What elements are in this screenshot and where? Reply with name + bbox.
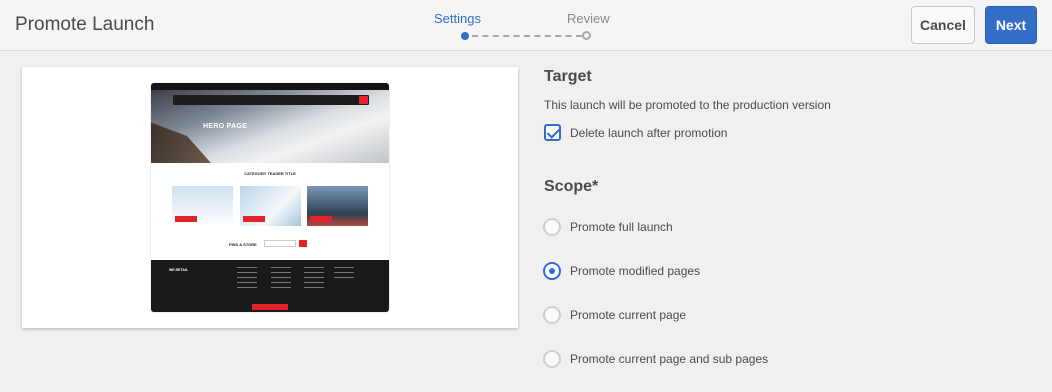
wizard-header: Promote Launch Settings Review Cancel Ne…	[0, 0, 1052, 51]
thumbnail-menu-bar	[173, 95, 369, 105]
thumbnail-nav	[151, 83, 389, 90]
radio-label: Promote current page and sub pages	[570, 352, 769, 366]
thumbnail-hero-image: HERO PAGE	[151, 90, 389, 163]
radio-label: Promote modified pages	[570, 264, 701, 278]
radio-unchecked-icon[interactable]	[543, 218, 561, 236]
thumbnail-teaser-button	[310, 216, 332, 222]
page-thumbnail: HERO PAGE CATEGORY TEASER TITLE FIND A S…	[151, 83, 389, 312]
next-button[interactable]: Next	[985, 6, 1037, 44]
scope-heading: Scope*	[544, 178, 599, 195]
thumbnail-teaser-button	[243, 216, 265, 222]
checkbox-checked-icon[interactable]	[544, 124, 561, 141]
radio-unchecked-icon[interactable]	[543, 350, 561, 368]
radio-unchecked-icon[interactable]	[543, 306, 561, 324]
radio-label: Promote full launch	[570, 220, 673, 234]
step-connector	[472, 35, 582, 37]
target-description: This launch will be promoted to the prod…	[544, 98, 831, 112]
target-heading: Target	[544, 68, 592, 85]
thumbnail-footer-button	[252, 304, 288, 310]
thumbnail-footer: WE.RETAIL	[151, 260, 389, 312]
launch-preview-card: HERO PAGE CATEGORY TEASER TITLE FIND A S…	[22, 67, 518, 328]
thumbnail-find-store: FIND A STORE	[229, 242, 257, 247]
thumbnail-footer-logo: WE.RETAIL	[169, 268, 188, 272]
thumbnail-hero-title: HERO PAGE	[203, 123, 248, 130]
thumbnail-search-icon	[359, 96, 368, 104]
step-review-dot-icon	[582, 31, 591, 40]
thumbnail-find-button	[299, 240, 307, 247]
radio-promote-current-and-sub-pages[interactable]: Promote current page and sub pages	[543, 350, 768, 368]
radio-promote-full-launch[interactable]: Promote full launch	[543, 218, 673, 236]
step-settings-dot-icon	[461, 32, 469, 40]
step-review[interactable]: Review	[567, 11, 610, 26]
radio-promote-current-page[interactable]: Promote current page	[543, 306, 686, 324]
thumbnail-teaser-button	[175, 216, 197, 222]
page-title: Promote Launch	[15, 14, 155, 35]
radio-promote-modified-pages[interactable]: Promote modified pages	[543, 262, 700, 280]
radio-label: Promote current page	[570, 308, 687, 322]
step-settings[interactable]: Settings	[434, 11, 481, 26]
cancel-button[interactable]: Cancel	[911, 6, 975, 44]
delete-launch-label: Delete launch after promotion	[570, 125, 728, 140]
thumbnail-category-title: CATEGORY TEASER TITLE	[244, 171, 296, 176]
delete-launch-checkbox[interactable]: Delete launch after promotion	[544, 124, 727, 141]
wizard-steps: Settings Review	[430, 10, 630, 44]
radio-checked-icon[interactable]	[543, 262, 561, 280]
thumbnail-find-input	[264, 240, 296, 247]
